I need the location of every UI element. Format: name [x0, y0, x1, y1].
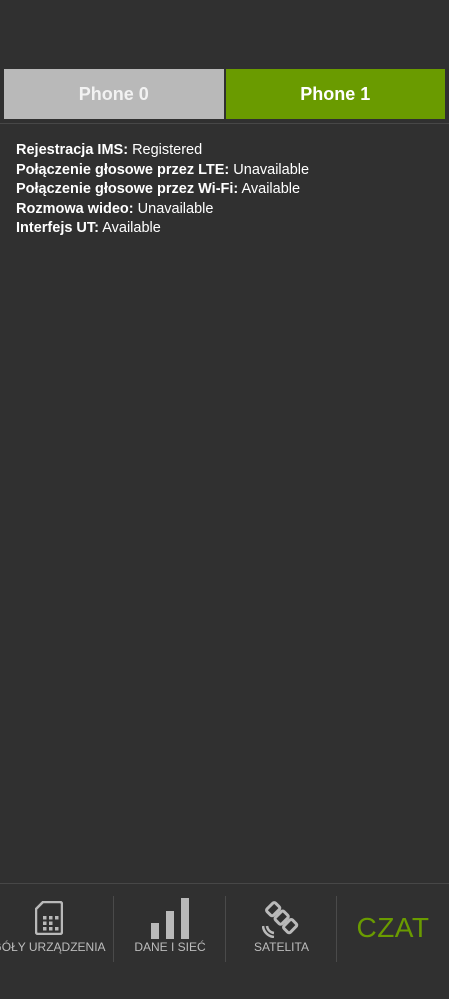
wifi-calling-label: Połączenie głosowe przez Wi-Fi:	[16, 181, 239, 197]
video-call-label: Rozmowa wideo:	[16, 200, 134, 217]
volte-value: Unavailable	[233, 161, 310, 178]
tab-phone-0-label: Phone 0	[78, 83, 149, 104]
screen: Phone 0 Phone 1 Rejestracja IMS: Registe…	[0, 0, 449, 999]
ut-interface-value: Available	[102, 220, 161, 236]
phone-tabs: Phone 0 Phone 1	[4, 69, 445, 119]
nav-item-data-network-label: DANE I SIEĆ	[134, 940, 206, 954]
tab-phone-1-label: Phone 1	[300, 83, 371, 104]
ut-interface-row: Interfejs UT: Available	[16, 219, 439, 239]
tab-phone-0[interactable]: Phone 0	[4, 69, 224, 119]
ims-registration-row: Rejestracja IMS: Registered	[16, 141, 439, 161]
volte-row: Połączenie głosowe przez LTE: Unavailabl…	[16, 161, 439, 181]
ims-registration-value: Registered	[132, 142, 203, 158]
ut-interface-label: Interfejs UT:	[16, 220, 99, 236]
satellite-icon	[261, 898, 302, 938]
video-call-row: Rozmowa wideo: Unavailable	[16, 200, 439, 220]
bottom-navigation: GÓŁY URZĄDZENIA DANE I SIEĆ SATELITA CZA…	[0, 884, 449, 999]
nav-item-satellite-label: SATELITA	[254, 940, 309, 954]
ims-registration-label: Rejestracja IMS:	[16, 142, 129, 158]
nav-item-satellite[interactable]: SATELITA	[226, 896, 337, 976]
sim-card-icon	[35, 898, 63, 938]
wifi-calling-value: Available	[241, 181, 301, 197]
nav-item-device-label: GÓŁY URZĄDZENIA	[0, 940, 106, 954]
volte-label: Połączenie głosowe przez LTE:	[16, 161, 230, 178]
nav-item-data-network[interactable]: DANE I SIEĆ	[114, 896, 226, 976]
tab-phone-1[interactable]: Phone 1	[223, 69, 445, 119]
ims-info-list: Rejestracja IMS: Registered Połączenie g…	[16, 141, 439, 239]
nav-item-chat[interactable]: CZAT	[337, 896, 449, 976]
chat-label: CZAT	[356, 912, 430, 943]
top-divider	[0, 123, 449, 124]
wifi-calling-row: Połączenie głosowe przez Wi-Fi: Availabl…	[16, 180, 439, 200]
video-call-value: Unavailable	[137, 200, 214, 217]
signal-bars-icon	[150, 898, 190, 939]
nav-item-device[interactable]: GÓŁY URZĄDZENIA	[0, 896, 114, 976]
